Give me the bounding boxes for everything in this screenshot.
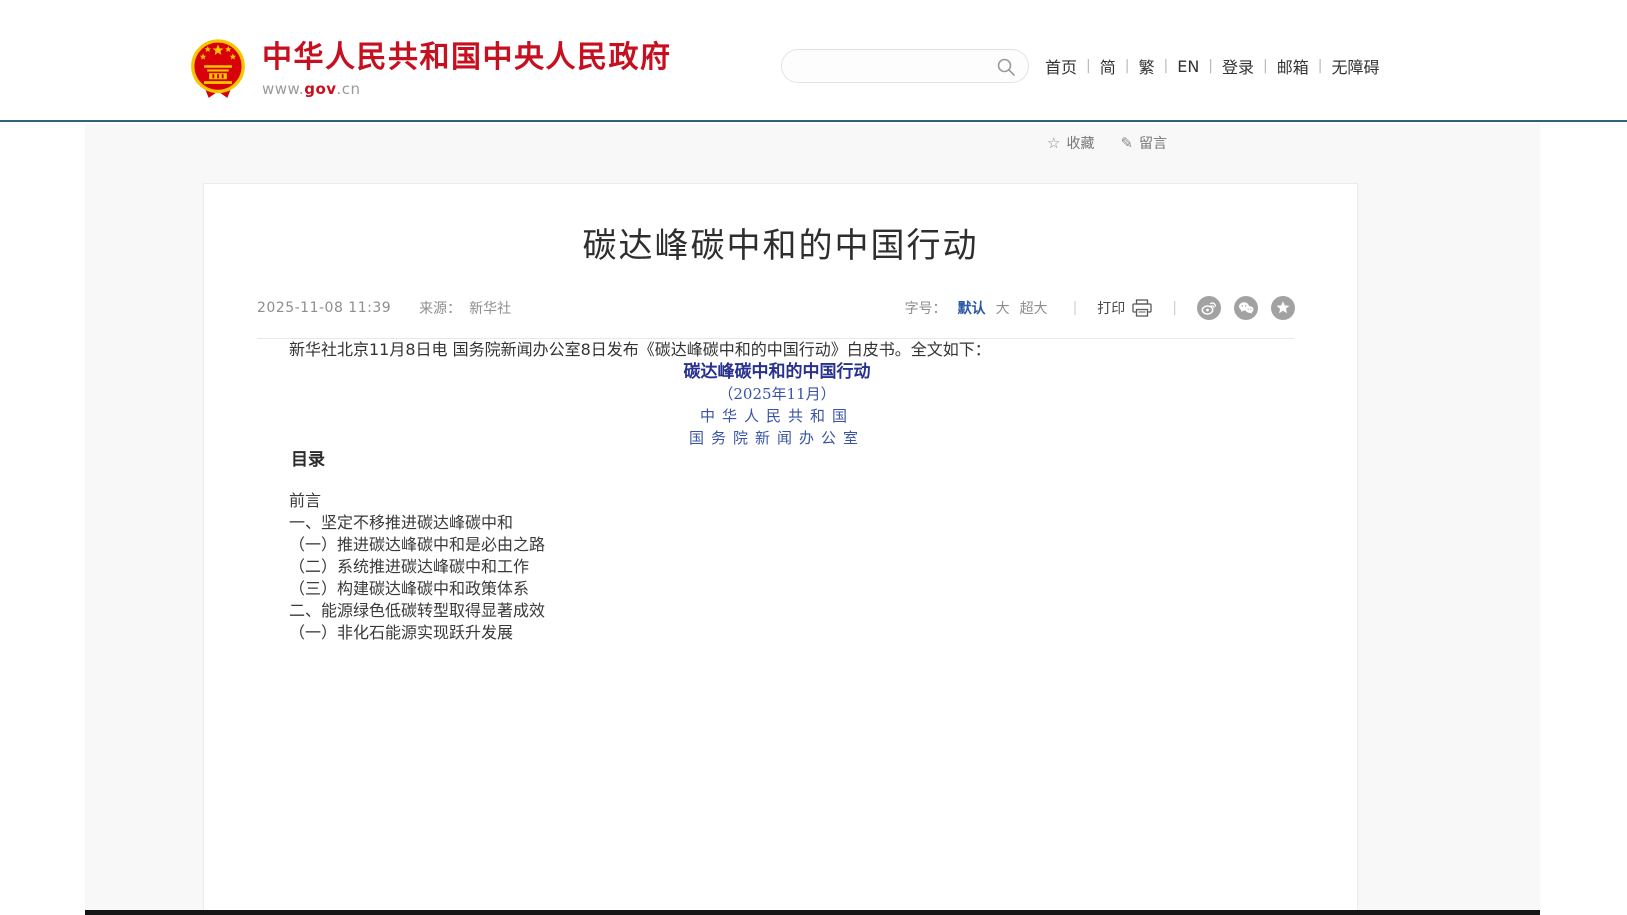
toc-item-2-1: （一）非化石能源实现跃升发展 bbox=[257, 622, 1297, 644]
toc-item-1: 一、坚定不移推进碳达峰碳中和 bbox=[257, 512, 1297, 534]
weibo-share-icon[interactable] bbox=[1197, 296, 1221, 320]
nav-item-traditional[interactable]: 繁 bbox=[1138, 54, 1154, 78]
document-title: 碳达峰碳中和的中国行动 bbox=[257, 361, 1297, 383]
nav-separator: | bbox=[1125, 58, 1130, 74]
article-title: 碳达峰碳中和的中国行动 bbox=[204, 222, 1357, 270]
nav-item-simplified[interactable]: 简 bbox=[1100, 54, 1116, 78]
print-label: 打印 bbox=[1097, 298, 1125, 318]
document-author-line1: 中华人民共和国 bbox=[257, 405, 1297, 427]
nav-item-english[interactable]: EN bbox=[1177, 57, 1199, 76]
favorite-label: 收藏 bbox=[1066, 133, 1094, 153]
page-body: ☆ 收藏 ✎ 留言 碳达峰碳中和的中国行动 2025-11-08 11:39 来… bbox=[85, 124, 1540, 915]
fontsize-large-button[interactable]: 大 bbox=[996, 298, 1010, 318]
printer-icon bbox=[1132, 299, 1152, 317]
favorite-button[interactable]: ☆ 收藏 bbox=[1047, 133, 1094, 153]
nav-separator: | bbox=[1263, 58, 1268, 74]
window-bottom-edge bbox=[85, 910, 1540, 915]
search-icon[interactable] bbox=[996, 57, 1016, 77]
nav-separator: | bbox=[1163, 58, 1168, 74]
brand: 中华人民共和国中央人民政府 www.gov.cn bbox=[190, 38, 672, 100]
national-emblem-logo bbox=[190, 38, 246, 100]
fontsize-default-button[interactable]: 默认 bbox=[958, 298, 986, 318]
source-name[interactable]: 新华社 bbox=[469, 298, 511, 318]
nav-item-home[interactable]: 首页 bbox=[1045, 54, 1077, 78]
print-button[interactable]: 打印 bbox=[1097, 298, 1152, 318]
meta-left: 2025-11-08 11:39 来源： 新华社 bbox=[257, 298, 511, 318]
toc-heading: 目录 bbox=[257, 449, 1297, 471]
article-action-row: ☆ 收藏 ✎ 留言 bbox=[1047, 133, 1167, 153]
article-body: 新华社北京11月8日电 国务院新闻办公室8日发布《碳达峰碳中和的中国行动》白皮书… bbox=[257, 339, 1297, 644]
nav-item-mail[interactable]: 邮箱 bbox=[1277, 54, 1309, 78]
toc-item-2: 二、能源绿色低碳转型取得显著成效 bbox=[257, 600, 1297, 622]
main-nav: 首页 | 简 | 繁 | EN | 登录 | 邮箱 | 无障碍 bbox=[1045, 54, 1379, 78]
url-cn: .cn bbox=[337, 80, 361, 98]
toc-item-1-2: （二）系统推进碳达峰碳中和工作 bbox=[257, 556, 1297, 578]
page: 中华人民共和国中央人民政府 www.gov.cn 首页 | 简 | 繁 | EN… bbox=[0, 0, 1627, 915]
toc-item-1-3: （三）构建碳达峰碳中和政策体系 bbox=[257, 578, 1297, 600]
site-header: 中华人民共和国中央人民政府 www.gov.cn 首页 | 简 | 繁 | EN… bbox=[0, 0, 1627, 122]
fontsize-label: 字号： bbox=[905, 298, 947, 318]
meta-right: 字号： 默认 大 超大 | 打印 | bbox=[905, 296, 1295, 320]
share-icons bbox=[1197, 296, 1295, 320]
pencil-icon: ✎ bbox=[1120, 134, 1133, 152]
article-meta-row: 2025-11-08 11:39 来源： 新华社 字号： 默认 大 超大 | 打… bbox=[257, 296, 1295, 320]
article-card: 碳达峰碳中和的中国行动 2025-11-08 11:39 来源： 新华社 字号：… bbox=[203, 183, 1358, 915]
nav-item-login[interactable]: 登录 bbox=[1222, 54, 1254, 78]
comment-button[interactable]: ✎ 留言 bbox=[1120, 133, 1167, 153]
site-url-link[interactable]: www.gov.cn bbox=[262, 80, 672, 98]
toc-item-preface: 前言 bbox=[257, 490, 1297, 512]
nav-separator: | bbox=[1086, 58, 1091, 74]
url-gov: gov bbox=[304, 80, 336, 98]
star-outline-icon: ☆ bbox=[1047, 134, 1060, 152]
nav-item-accessibility[interactable]: 无障碍 bbox=[1331, 54, 1379, 78]
search-box bbox=[781, 49, 1029, 83]
comment-label: 留言 bbox=[1139, 133, 1167, 153]
url-www: www. bbox=[262, 80, 304, 98]
more-share-icon[interactable] bbox=[1271, 296, 1295, 320]
meta-separator: | bbox=[1172, 300, 1177, 316]
nav-separator: | bbox=[1208, 58, 1213, 74]
search-input[interactable] bbox=[782, 50, 1028, 82]
document-author-line2: 国务院新闻办公室 bbox=[257, 427, 1297, 449]
nav-separator: | bbox=[1318, 58, 1323, 74]
publish-date: 2025-11-08 11:39 bbox=[257, 300, 391, 316]
lead-paragraph: 新华社北京11月8日电 国务院新闻办公室8日发布《碳达峰碳中和的中国行动》白皮书… bbox=[257, 339, 1297, 361]
source-label: 来源： bbox=[419, 298, 461, 318]
wechat-share-icon[interactable] bbox=[1234, 296, 1258, 320]
document-date: （2025年11月） bbox=[257, 383, 1297, 405]
meta-separator: | bbox=[1073, 300, 1078, 316]
site-title: 中华人民共和国中央人民政府 bbox=[262, 40, 672, 76]
fontsize-xlarge-button[interactable]: 超大 bbox=[1020, 298, 1048, 318]
brand-text: 中华人民共和国中央人民政府 www.gov.cn bbox=[262, 38, 672, 98]
toc-item-1-1: （一）推进碳达峰碳中和是必由之路 bbox=[257, 534, 1297, 556]
